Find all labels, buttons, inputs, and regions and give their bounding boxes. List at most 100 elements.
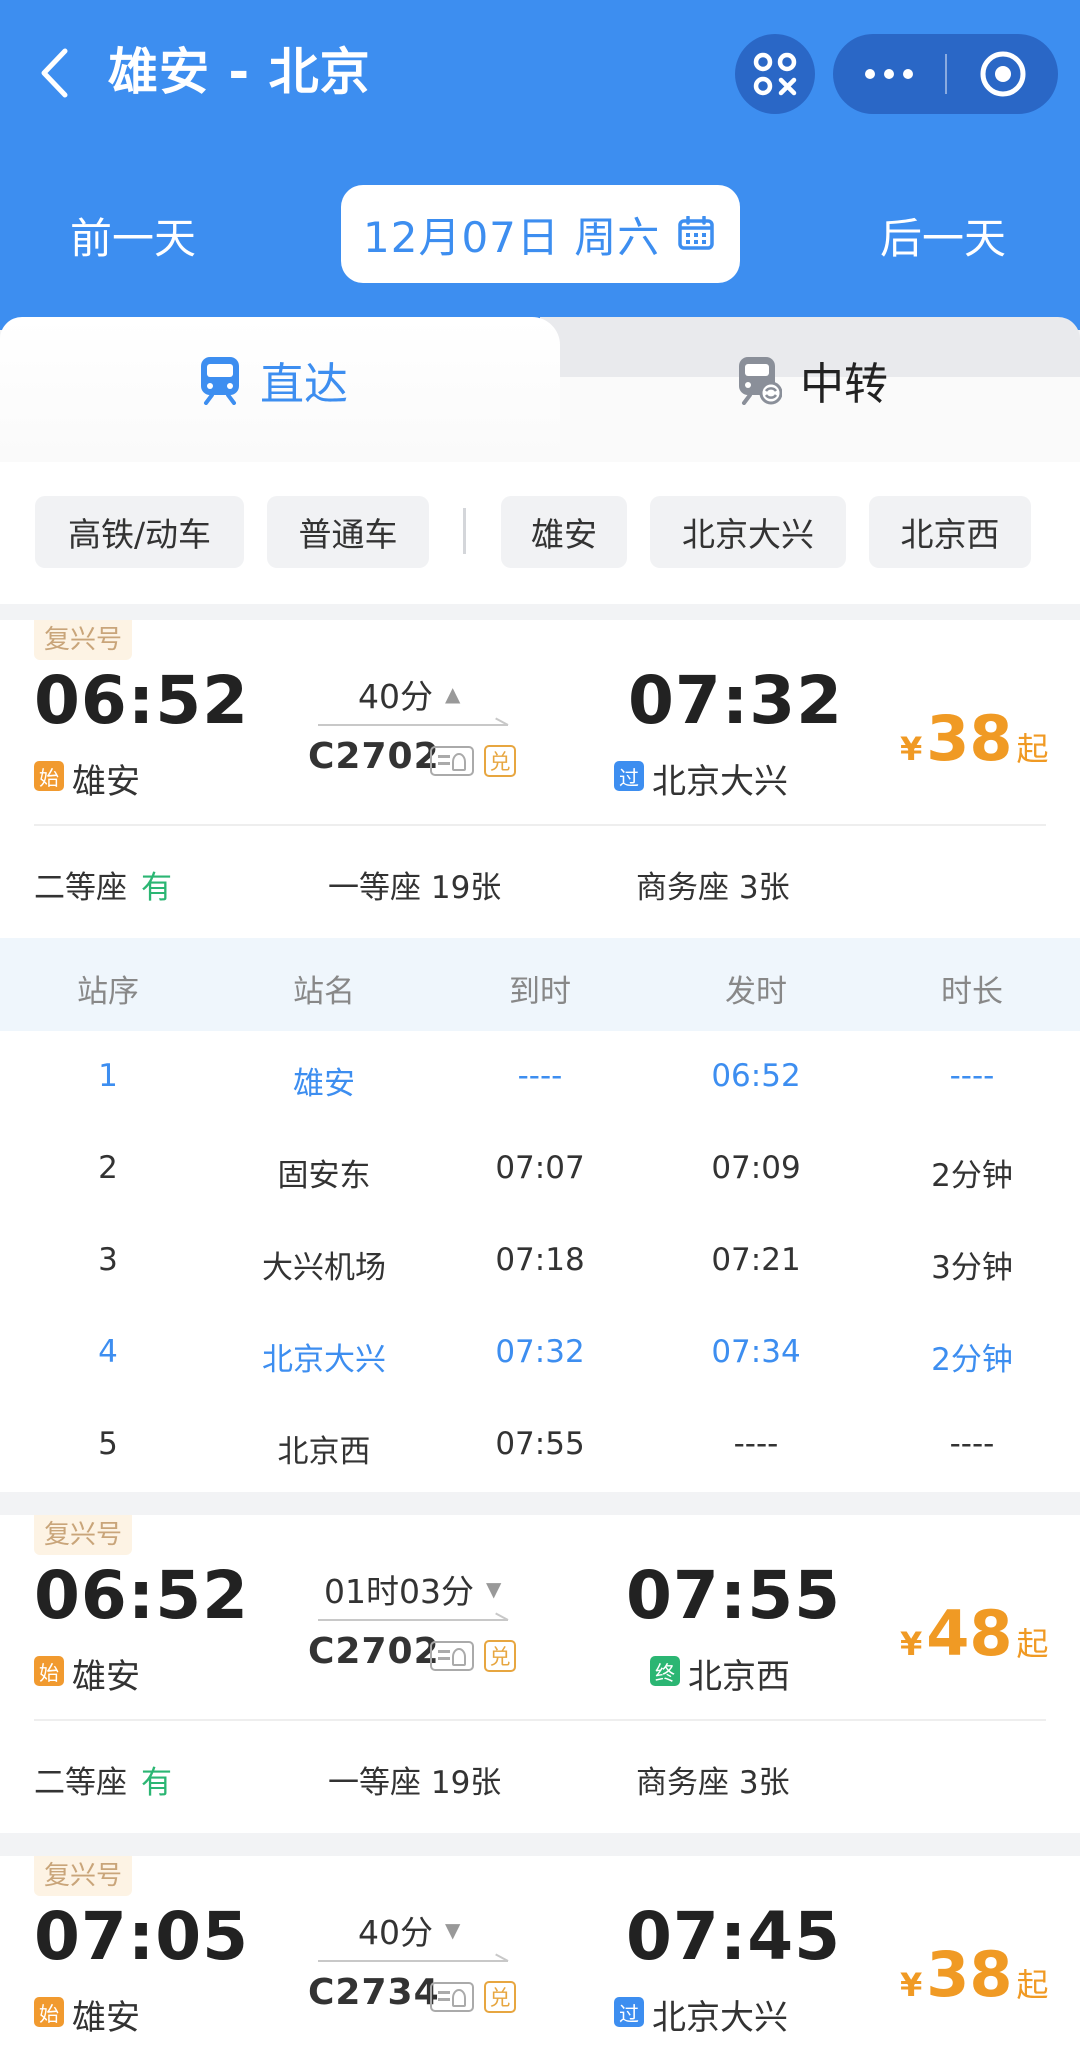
price: ¥ 48 起 bbox=[900, 1597, 1049, 1670]
seat-business-class: 商务座 3张 bbox=[636, 1757, 790, 1802]
stops-table: 站序 站名 到时 发时 时长 1 雄安 ---- 06:52 ---- 2 固安… bbox=[0, 938, 1080, 1492]
row-cell: ---- bbox=[517, 1058, 563, 1094]
chevron-left-icon bbox=[41, 48, 68, 98]
scan-icon bbox=[753, 52, 797, 96]
price-symbol: ¥ bbox=[900, 1966, 923, 2004]
row-cell: 北京大兴 bbox=[262, 1342, 386, 1378]
train-card[interactable]: 复兴号 06:52 01时03分 ▼ C2702 兑 07:55 始 雄安 终 … bbox=[0, 1515, 1080, 1833]
seat-count: 3张 bbox=[738, 870, 790, 906]
prev-day-button[interactable]: 前一天 bbox=[70, 185, 196, 285]
arrival-time: 07:32 bbox=[628, 662, 844, 739]
seat-name: 商务座 bbox=[636, 1765, 729, 1801]
redeem-icon: 兑 bbox=[484, 745, 516, 777]
seat-count: 19张 bbox=[430, 1765, 502, 1801]
row-cell: ---- bbox=[949, 1058, 995, 1094]
train-icon bbox=[198, 355, 242, 405]
filter-chip-beijing-daxing[interactable]: 北京大兴 bbox=[650, 496, 846, 568]
back-button[interactable] bbox=[28, 38, 80, 108]
id-card-icon bbox=[430, 1982, 474, 2012]
end-station-tag: 终 bbox=[650, 1656, 680, 1686]
price: ¥ 38 起 bbox=[900, 1938, 1049, 2011]
stops-table-header: 站序 站名 到时 发时 时长 bbox=[0, 938, 1080, 1031]
header-arrive: 到时 bbox=[509, 974, 571, 1010]
seat-second-class: 二等座有 bbox=[34, 1757, 172, 1802]
id-card-icon bbox=[430, 746, 474, 776]
redeem-icon: 兑 bbox=[484, 1981, 516, 2013]
seat-name: 一等座 bbox=[328, 870, 421, 906]
start-station-tag: 始 bbox=[34, 761, 64, 791]
filter-chip-xiongan[interactable]: 雄安 bbox=[501, 496, 627, 568]
departure-time: 06:52 bbox=[34, 1557, 250, 1634]
id-card-icon bbox=[430, 1641, 474, 1671]
departure-time: 07:05 bbox=[34, 1898, 250, 1975]
filter-chip-high-speed[interactable]: 高铁/动车 bbox=[35, 496, 244, 568]
arrival-time: 07:45 bbox=[626, 1898, 842, 1975]
price-symbol: ¥ bbox=[900, 1625, 923, 1663]
card-divider bbox=[34, 1719, 1046, 1721]
filter-chip-normal[interactable]: 普通车 bbox=[267, 496, 429, 568]
seat-availability: 有 bbox=[141, 1765, 172, 1801]
arrival-station: 北京大兴 bbox=[652, 762, 788, 802]
price-suffix: 起 bbox=[1016, 730, 1049, 768]
row-cell: 07:32 bbox=[495, 1334, 585, 1370]
start-station-tag: 始 bbox=[34, 1656, 64, 1686]
seat-name: 二等座 bbox=[34, 1765, 127, 1801]
departure-time: 06:52 bbox=[34, 662, 250, 739]
row-cell: 5 bbox=[98, 1426, 118, 1462]
pass-station-tag: 过 bbox=[614, 1997, 644, 2027]
price-symbol: ¥ bbox=[900, 730, 923, 768]
duration-toggle[interactable]: 40分 ▲ bbox=[358, 670, 460, 718]
caret-up-icon: ▲ bbox=[445, 682, 461, 706]
price-amount: 38 bbox=[926, 702, 1013, 775]
row-cell: 07:07 bbox=[495, 1150, 585, 1186]
tab-bar: 直达 中转 bbox=[0, 317, 1080, 462]
tab-transfer[interactable]: 中转 bbox=[736, 345, 888, 415]
row-cell: 4 bbox=[98, 1334, 118, 1370]
row-cell: 07:09 bbox=[711, 1150, 801, 1186]
caret-down-icon: ▼ bbox=[445, 1918, 461, 1942]
duration-line bbox=[318, 1960, 508, 1962]
seat-first-class: 一等座 19张 bbox=[328, 1757, 501, 1802]
row-cell: 雄安 bbox=[293, 1066, 355, 1102]
row-cell: 1 bbox=[98, 1058, 118, 1094]
pass-station-tag: 过 bbox=[614, 761, 644, 791]
price: ¥ 38 起 bbox=[900, 702, 1049, 775]
date-picker[interactable]: 12月07日 周六 bbox=[341, 185, 740, 283]
price-amount: 38 bbox=[926, 1938, 1013, 2011]
tab-transfer-label: 中转 bbox=[800, 359, 888, 410]
header-seq: 站序 bbox=[77, 974, 139, 1010]
header-depart: 发时 bbox=[725, 974, 787, 1010]
train-number: C2702 bbox=[308, 1631, 440, 1672]
departure-station: 雄安 bbox=[72, 1998, 140, 2038]
train-card[interactable]: 复兴号 07:05 40分 ▼ C2734 兑 07:45 始 雄安 过 北京大… bbox=[0, 1856, 1080, 2047]
seat-availability: 有 bbox=[141, 870, 172, 906]
duration-toggle[interactable]: 40分 ▼ bbox=[358, 1906, 460, 1954]
fuxing-badge: 复兴号 bbox=[34, 1856, 133, 1896]
row-cell: 3 bbox=[98, 1242, 118, 1278]
train-card[interactable]: 复兴号 06:52 40分 ▲ C2702 兑 07:32 始 雄安 过 北京大… bbox=[0, 620, 1080, 938]
tab-direct[interactable]: 直达 bbox=[198, 345, 348, 415]
row-cell: 07:18 bbox=[495, 1242, 585, 1278]
duration-line bbox=[318, 724, 508, 726]
price-suffix: 起 bbox=[1016, 1625, 1049, 1663]
scan-button[interactable] bbox=[735, 34, 815, 114]
row-cell: 2分钟 bbox=[931, 1342, 1013, 1378]
row-cell: 07:21 bbox=[711, 1242, 801, 1278]
next-day-button[interactable]: 后一天 bbox=[880, 185, 1006, 285]
fuxing-badge: 复兴号 bbox=[34, 1515, 133, 1555]
filter-chip-beijing-west[interactable]: 北京西 bbox=[869, 496, 1031, 568]
duration-toggle[interactable]: 01时03分 ▼ bbox=[324, 1565, 501, 1613]
duration-text: 40分 bbox=[358, 677, 433, 716]
row-cell: 06:52 bbox=[711, 1058, 801, 1094]
row-cell: ---- bbox=[949, 1426, 995, 1462]
start-station-tag: 始 bbox=[34, 1997, 64, 2027]
close-mini-program-button[interactable] bbox=[947, 34, 1058, 114]
price-suffix: 起 bbox=[1016, 1966, 1049, 2004]
more-button[interactable] bbox=[833, 34, 945, 114]
filter-bar: 高铁/动车 普通车 雄安 北京大兴 北京西 bbox=[0, 462, 1080, 604]
card-divider bbox=[34, 824, 1046, 826]
caret-down-icon: ▼ bbox=[485, 1577, 502, 1601]
row-cell: 2 bbox=[98, 1150, 118, 1186]
row-cell: 07:55 bbox=[495, 1426, 585, 1462]
price-amount: 48 bbox=[926, 1597, 1013, 1670]
